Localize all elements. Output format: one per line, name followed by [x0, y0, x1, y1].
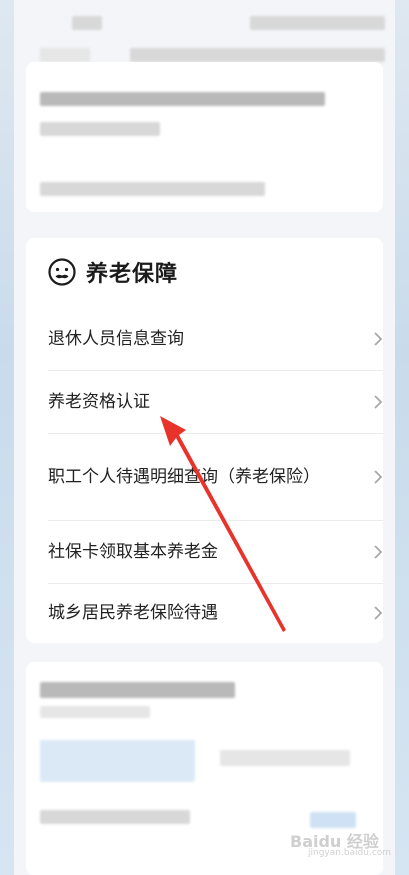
- blurred-bottom-badge: [310, 812, 356, 828]
- chevron-right-icon: [374, 332, 383, 346]
- face-icon: [48, 258, 76, 286]
- chevron-right-icon: [374, 395, 383, 409]
- menu-item-retiree-info-query[interactable]: 退休人员信息查询: [48, 308, 383, 371]
- chevron-right-icon: [374, 545, 383, 559]
- chevron-right-icon: [374, 470, 383, 484]
- blurred-header-text-2: [250, 16, 385, 30]
- section-header: 养老保障: [48, 256, 178, 288]
- menu-item-label: 养老资格认证: [48, 392, 150, 412]
- menu-item-label: 职工个人待遇明细查询（养老保险）: [48, 467, 320, 487]
- blurred-bottom-text-1: [40, 706, 150, 718]
- blurred-header-text-3: [40, 48, 90, 62]
- background-edge-right: [395, 0, 409, 875]
- blurred-card-line-1: [40, 92, 325, 106]
- blurred-card-line-3: [40, 182, 265, 196]
- blurred-bottom-text-3: [40, 810, 190, 824]
- blurred-bottom-text-2: [220, 750, 350, 766]
- section-title: 养老保障: [86, 262, 179, 287]
- menu-item-employee-benefit-detail[interactable]: 职工个人待遇明细查询（养老保险）: [48, 434, 383, 521]
- menu-item-label: 城乡居民养老保险待遇: [48, 603, 218, 623]
- blurred-top-card: [26, 62, 383, 212]
- blurred-bottom-button: [40, 740, 195, 782]
- menu-item-resident-pension-benefit[interactable]: 城乡居民养老保险待遇: [48, 584, 383, 642]
- menu-item-label: 退休人员信息查询: [48, 329, 184, 349]
- chevron-right-icon: [374, 606, 383, 620]
- blurred-card-line-2: [40, 122, 160, 136]
- menu-item-label: 社保卡领取基本养老金: [48, 542, 218, 562]
- baidu-watermark-url: jingyan.baidu.com: [308, 848, 392, 858]
- pension-section-card: 养老保障 退休人员信息查询 养老资格认证 职工个人待遇明细查询（养老保险） 社保…: [26, 238, 383, 643]
- blurred-header-text-4: [130, 48, 385, 62]
- menu-item-social-card-pension[interactable]: 社保卡领取基本养老金: [48, 521, 383, 584]
- blurred-header-text-1: [72, 16, 102, 30]
- background-edge-left: [0, 0, 14, 875]
- menu-item-pension-qualification[interactable]: 养老资格认证: [48, 371, 383, 434]
- blurred-bottom-title: [40, 682, 235, 698]
